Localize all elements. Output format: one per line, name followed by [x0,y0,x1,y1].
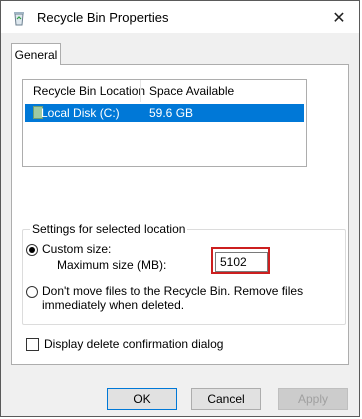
recycle-bin-icon [11,10,27,26]
delete-confirmation-checkbox[interactable] [26,338,39,351]
location-list[interactable]: Recycle Bin Location Space Available Loc… [22,79,307,167]
cancel-button[interactable]: Cancel [191,388,261,410]
location-cell: Local Disk (C:) [41,106,120,120]
list-header: Recycle Bin Location Space Available [23,80,306,102]
dialog-body: General Recycle Bin Location Space Avail… [1,33,359,416]
list-item-local-disk-c[interactable]: Local Disk (C:) 59.6 GB [25,104,304,122]
window-title: Recycle Bin Properties [37,10,169,25]
delete-confirmation-label[interactable]: Display delete confirmation dialog [44,337,223,351]
apply-button[interactable]: Apply [278,388,348,410]
recycle-bin-properties-window: Recycle Bin Properties ✕ General Recycle… [0,0,360,417]
max-size-label: Maximum size (MB): [57,258,167,272]
ok-button[interactable]: OK [107,388,177,410]
title-bar: Recycle Bin Properties ✕ [1,1,359,33]
space-available-cell: 59.6 GB [149,106,194,120]
settings-group-label: Settings for selected location [30,222,188,236]
column-divider[interactable] [140,80,141,102]
dont-move-files-radio[interactable] [26,286,38,298]
close-icon: ✕ [332,10,346,27]
column-header-space[interactable]: Space Available [149,84,234,98]
general-tab-panel: Recycle Bin Location Space Available Loc… [11,64,349,365]
tab-general[interactable]: General [11,43,61,65]
max-size-input[interactable] [215,252,268,272]
close-button[interactable]: ✕ [325,7,353,29]
column-header-location[interactable]: Recycle Bin Location [33,84,145,98]
custom-size-radio[interactable] [26,244,38,256]
custom-size-label[interactable]: Custom size: [42,242,111,256]
dont-move-files-label[interactable]: Don't move files to the Recycle Bin. Rem… [42,284,338,312]
